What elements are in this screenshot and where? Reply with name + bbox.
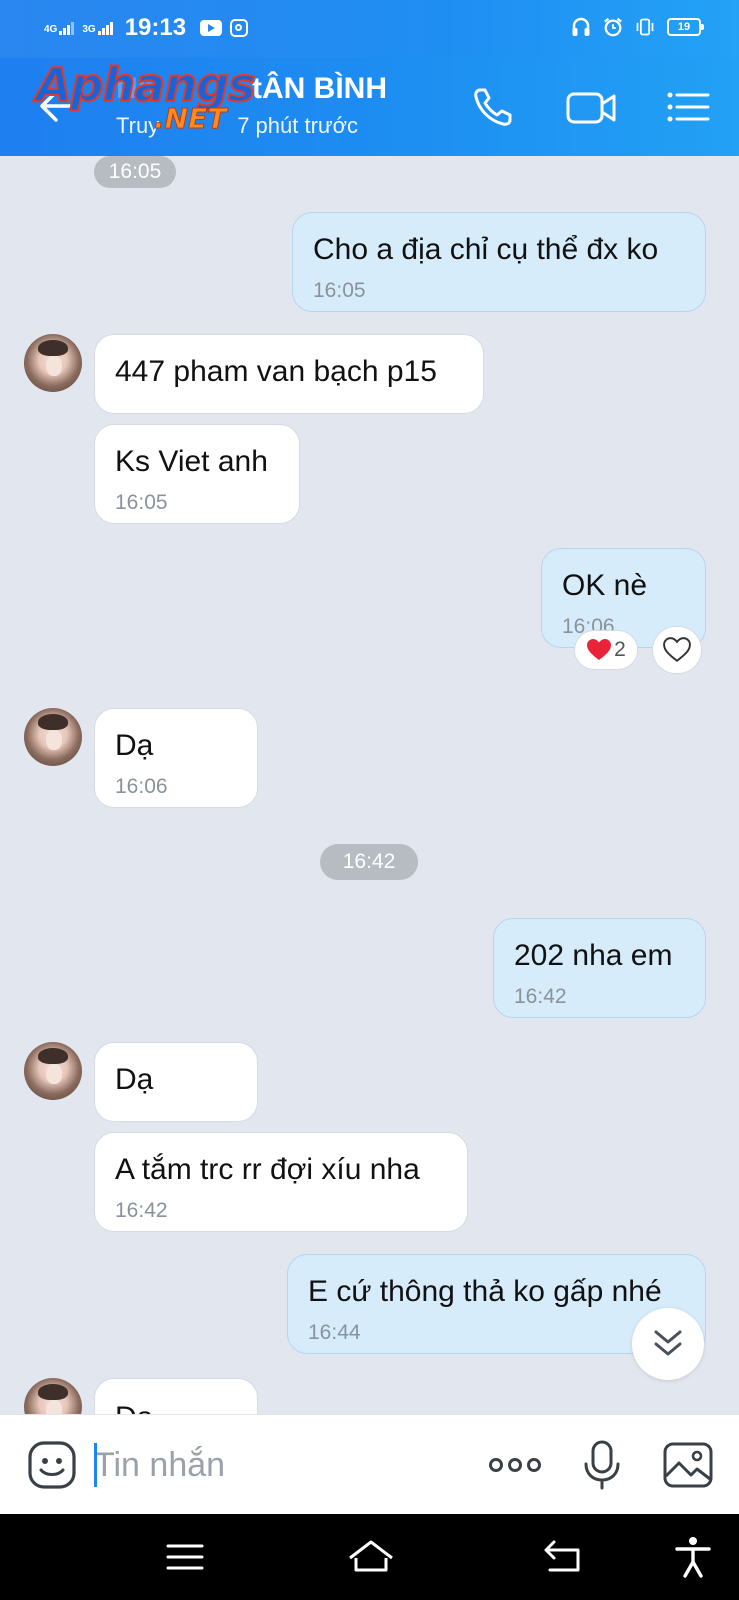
message-time: 16:44 — [308, 1321, 361, 1344]
message-text: Dạ — [115, 729, 154, 762]
network-3g-label: 3G — [82, 23, 96, 35]
avatar[interactable] — [24, 1042, 82, 1100]
message-text: 202 nha em — [514, 939, 673, 972]
message-bubble-outgoing[interactable]: 202 nha em 16:42 — [493, 918, 706, 1018]
battery-icon: 19 — [667, 18, 704, 36]
image-icon[interactable] — [662, 1439, 714, 1491]
message-time: 16:42 — [115, 1199, 168, 1222]
last-seen-prefix: Truy — [116, 113, 160, 138]
message-list[interactable]: 16:05 Cho a địa chỉ cụ thể đx ko 16:05 4… — [0, 156, 739, 1414]
last-seen-text: 7 phút trước — [237, 113, 359, 138]
message-text: A tắm trc rr đợi xíu nha — [115, 1153, 420, 1186]
message-text: 447 pham van bạch p15 — [115, 355, 437, 388]
network-4g-label: 4G — [44, 23, 58, 35]
date-separator: 16:42 — [320, 844, 418, 880]
message-bubble-incoming[interactable]: Dạ — [94, 1378, 258, 1414]
recent-apps-icon[interactable] — [162, 1534, 208, 1580]
message-bubble-incoming[interactable]: Dạ — [94, 1042, 258, 1122]
alarm-icon — [604, 17, 622, 37]
message-bubble-incoming[interactable]: Ks Viet anh 16:05 — [94, 424, 300, 524]
reaction-count: 2 — [614, 638, 626, 661]
last-seen-status: Truy 7 phút trước — [116, 113, 358, 139]
more-dots-icon[interactable] — [486, 1439, 544, 1491]
menu-list-icon[interactable] — [664, 82, 712, 132]
microphone-icon[interactable] — [578, 1439, 626, 1491]
phone-call-icon[interactable] — [468, 82, 518, 132]
signal-4g-icon: 4G — [44, 21, 75, 35]
status-bar: 4G 3G 19:13 19 — [0, 0, 739, 58]
headphones-icon — [572, 17, 590, 36]
separator-time: 16:05 — [108, 160, 162, 183]
message-text: Dạ — [115, 1063, 154, 1096]
signal-3g-icon: 3G — [82, 21, 113, 35]
message-input[interactable] — [94, 1441, 454, 1489]
message-text: Cho a địa chỉ cụ thể đx ko — [313, 233, 659, 266]
react-button[interactable] — [652, 626, 702, 674]
text-cursor — [94, 1443, 97, 1487]
chat-title[interactable]: Nh tÂN BÌNH — [116, 72, 387, 106]
avatar[interactable] — [24, 334, 82, 392]
accessibility-icon[interactable] — [670, 1534, 716, 1580]
avatar[interactable] — [24, 708, 82, 766]
back-arrow-icon[interactable] — [34, 86, 74, 126]
heart-outline-icon — [663, 637, 691, 662]
message-text: E cứ thông thả ko gấp nhé — [308, 1275, 662, 1308]
separator-time: 16:42 — [342, 850, 396, 873]
youtube-icon — [200, 20, 223, 36]
message-time: 16:05 — [313, 279, 366, 302]
instagram-icon — [230, 19, 249, 37]
message-bubble-incoming[interactable]: 447 pham van bạch p15 — [94, 334, 484, 414]
message-bubble-incoming[interactable]: A tắm trc rr đợi xíu nha 16:42 — [94, 1132, 468, 1232]
date-separator: 16:05 — [94, 156, 176, 188]
message-time: 16:05 — [115, 491, 168, 514]
scroll-to-bottom-button[interactable] — [632, 1308, 704, 1380]
home-icon[interactable] — [346, 1534, 396, 1580]
sticker-icon[interactable] — [26, 1439, 78, 1491]
video-call-icon[interactable] — [564, 82, 620, 132]
reaction-badge[interactable]: 2 — [574, 630, 638, 670]
battery-level: 19 — [677, 21, 691, 33]
message-time: 16:06 — [115, 775, 168, 798]
vibrate-icon — [636, 18, 654, 36]
message-bubble-outgoing[interactable]: Cho a địa chỉ cụ thể đx ko 16:05 — [292, 212, 706, 312]
heart-filled-icon — [587, 639, 612, 660]
back-icon[interactable] — [540, 1534, 586, 1580]
double-chevron-down-icon — [654, 1330, 682, 1356]
status-time: 19:13 — [124, 14, 187, 41]
chat-header: Nh tÂN BÌNH Truy 7 phút trước Aphangs .NET — [0, 57, 739, 156]
message-composer — [0, 1414, 739, 1514]
chat-title-text: tÂN BÌNH — [252, 72, 387, 105]
avatar[interactable] — [24, 1378, 82, 1414]
message-text: OK nè — [562, 569, 648, 602]
message-text: Dạ — [115, 1401, 153, 1414]
message-time: 16:42 — [514, 985, 567, 1008]
system-nav-bar — [0, 1514, 739, 1600]
message-bubble-incoming[interactable]: Dạ 16:06 — [94, 708, 258, 808]
message-text: Ks Viet anh — [115, 445, 268, 478]
